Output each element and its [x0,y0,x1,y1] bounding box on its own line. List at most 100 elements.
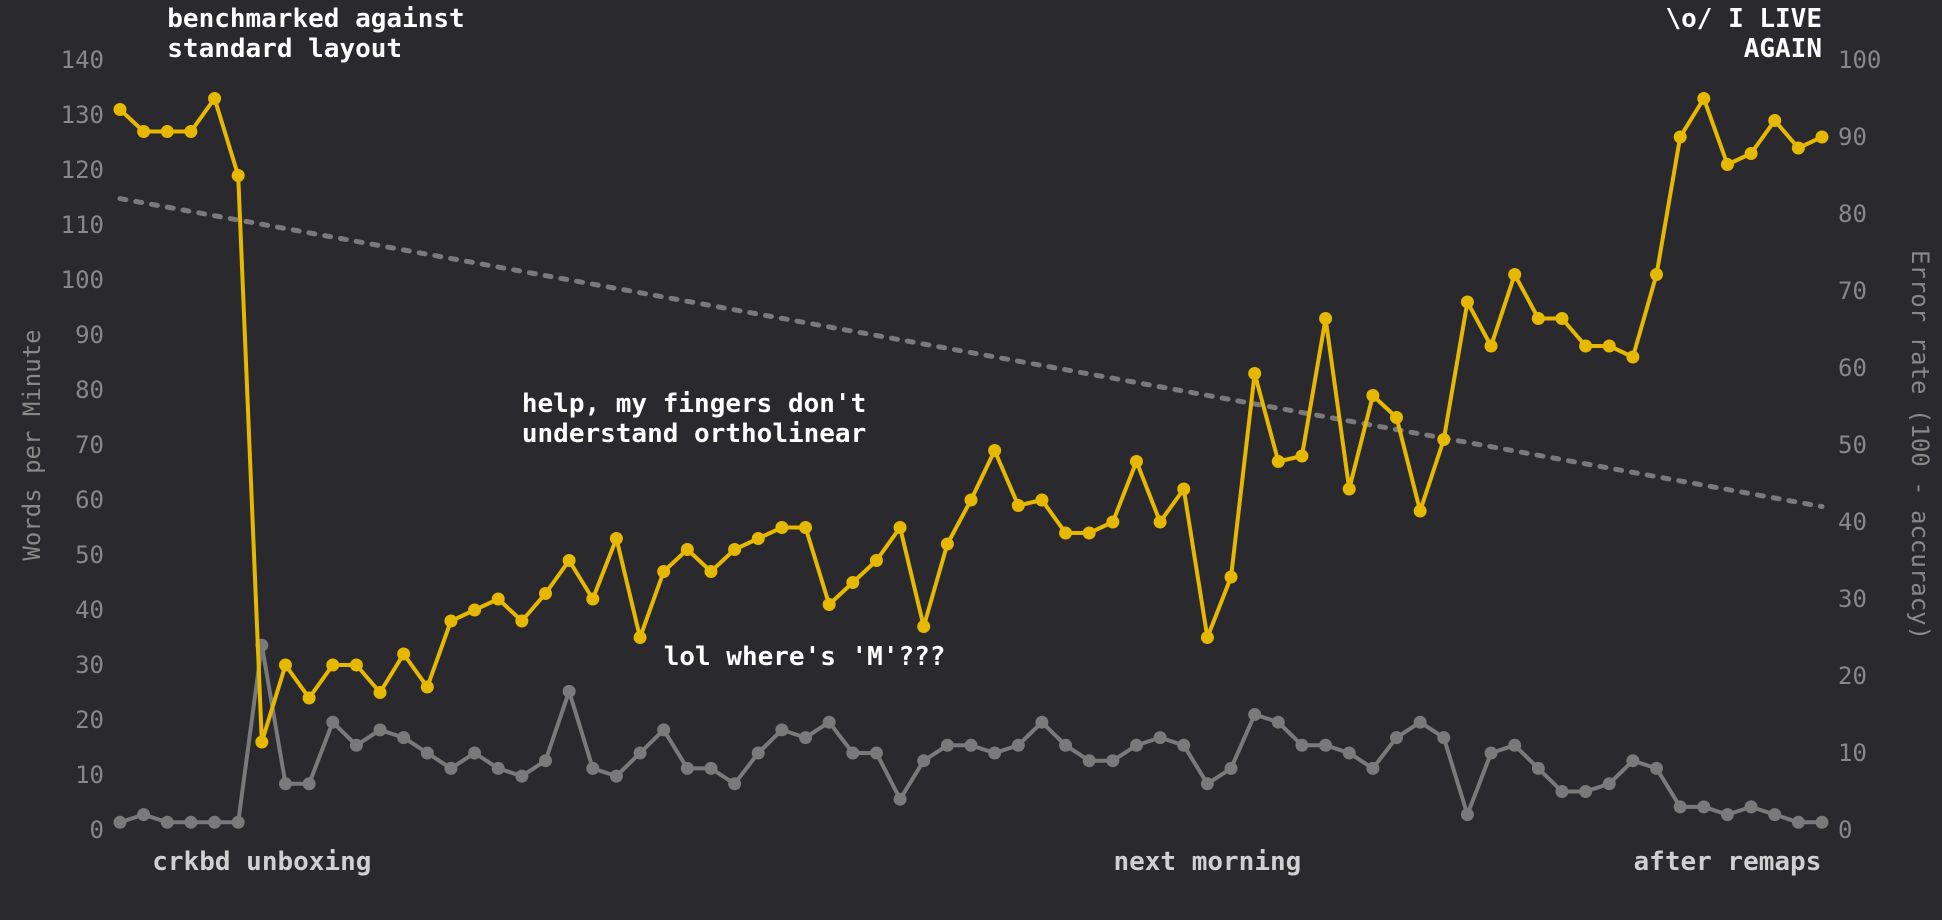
ytick-left: 30 [75,651,104,679]
point-wpm [1059,527,1072,540]
annotation: AGAIN [1744,34,1822,64]
point-wpm [1201,631,1214,644]
point-wpm [468,604,481,617]
ytick-right: 50 [1838,431,1867,459]
point-error_rate [1768,808,1781,821]
ytick-right: 0 [1838,816,1852,844]
point-wpm [1508,268,1521,281]
point-wpm [1555,312,1568,325]
point-error_rate [563,685,576,698]
point-wpm [1697,92,1710,105]
point-error_rate [1272,716,1285,729]
point-error_rate [941,739,954,752]
point-wpm [823,598,836,611]
ytick-left: 60 [75,486,104,514]
point-wpm [1626,351,1639,364]
point-wpm [1461,296,1474,309]
point-wpm [255,736,268,749]
point-wpm [1390,411,1403,424]
point-error_rate [137,808,150,821]
point-error_rate [917,754,930,767]
point-wpm [208,92,221,105]
point-error_rate [1437,731,1450,744]
point-wpm [917,620,930,633]
point-error_rate [894,793,907,806]
point-wpm [1792,142,1805,155]
point-wpm [1154,516,1167,529]
point-wpm [1650,268,1663,281]
point-error_rate [1106,754,1119,767]
ytick-right: 30 [1838,585,1867,613]
point-error_rate [681,762,694,775]
point-wpm [704,565,717,578]
point-wpm [114,103,127,116]
point-wpm [1603,340,1616,353]
point-wpm [752,532,765,545]
point-wpm [1035,494,1048,507]
ytick-right: 10 [1838,739,1867,767]
point-error_rate [1248,708,1261,721]
annotation: \o/ I LIVE [1665,4,1822,34]
point-error_rate [752,747,765,760]
point-wpm [965,494,978,507]
point-wpm [870,554,883,567]
ytick-left: 70 [75,431,104,459]
point-error_rate [1792,816,1805,829]
point-wpm [1816,131,1829,144]
point-error_rate [657,723,670,736]
point-wpm [1248,367,1261,380]
point-wpm [799,521,812,534]
ytick-right: 80 [1838,200,1867,228]
y-axis-label-right: Error rate (100 - accuracy) [1906,250,1934,640]
x-annotation: crkbd unboxing [152,847,371,877]
point-error_rate [1201,777,1214,790]
typing-speed-chart: 0102030405060708090100110120130140010203… [0,0,1942,920]
point-wpm [988,444,1001,457]
annotation: benchmarked against [167,4,464,34]
point-error_rate [1343,747,1356,760]
point-error_rate [303,777,316,790]
point-error_rate [1177,739,1190,752]
ytick-right: 40 [1838,508,1867,536]
point-wpm [1319,312,1332,325]
point-error_rate [799,731,812,744]
point-wpm [184,125,197,138]
annotation: lol where's 'M'??? [664,642,946,672]
point-error_rate [515,770,528,783]
point-wpm [728,543,741,556]
point-wpm [444,615,457,628]
point-error_rate [1603,777,1616,790]
point-error_rate [1035,716,1048,729]
point-wpm [161,125,174,138]
point-error_rate [326,716,339,729]
annotation: help, my fingers don't [522,389,866,419]
ytick-left: 90 [75,321,104,349]
point-error_rate [1816,816,1829,829]
point-wpm [303,692,316,705]
point-error_rate [965,739,978,752]
point-error_rate [444,762,457,775]
point-wpm [350,659,363,672]
ytick-right: 100 [1838,46,1881,74]
point-error_rate [1721,808,1734,821]
point-wpm [326,659,339,672]
annotation: understand ortholinear [522,419,866,449]
point-error_rate [1650,762,1663,775]
point-wpm [1721,158,1734,171]
point-wpm [1012,499,1025,512]
ytick-left: 80 [75,376,104,404]
point-wpm [515,615,528,628]
point-error_rate [728,777,741,790]
point-wpm [1414,505,1427,518]
point-error_rate [704,762,717,775]
point-wpm [775,521,788,534]
point-wpm [279,659,292,672]
ytick-left: 0 [90,816,104,844]
x-annotation: after remaps [1634,847,1822,877]
point-error_rate [374,723,387,736]
point-wpm [1366,389,1379,402]
point-wpm [397,648,410,661]
x-annotation: next morning [1113,847,1301,877]
point-error_rate [114,816,127,829]
point-error_rate [208,816,221,829]
